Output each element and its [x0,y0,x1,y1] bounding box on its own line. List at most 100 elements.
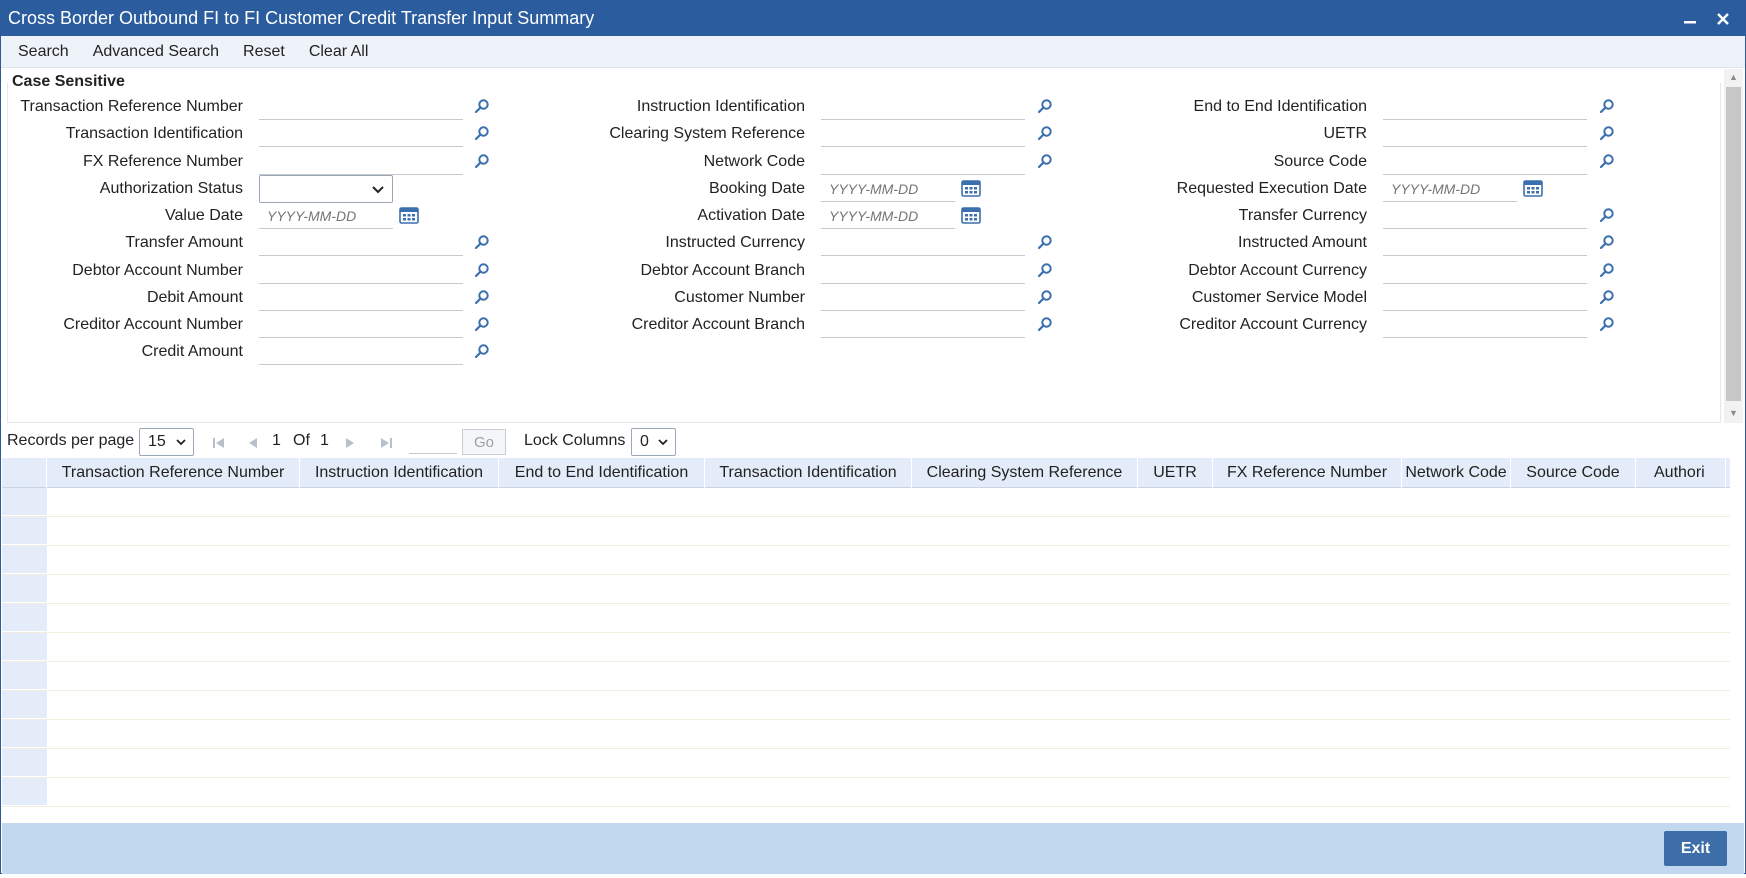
table-row[interactable] [2,720,1730,749]
search-icon[interactable] [1037,262,1053,278]
calendar-icon[interactable] [1523,179,1543,197]
table-row[interactable] [2,575,1730,604]
activation-date-date-input[interactable] [821,203,955,229]
search-icon[interactable] [1599,234,1615,250]
fx-reference-number-input[interactable] [259,149,463,175]
next-page-icon[interactable] [343,436,357,450]
search-icon[interactable] [1599,262,1615,278]
search-icon[interactable] [474,262,490,278]
row-header-cell[interactable] [2,691,47,719]
calendar-icon[interactable] [399,206,419,224]
creditor-account-currency-input[interactable] [1383,312,1587,338]
credit-amount-input[interactable] [259,339,463,365]
customer-number-input[interactable] [821,285,1025,311]
column-header[interactable]: Authori [1636,458,1726,488]
column-header[interactable]: Instruction Identification [300,458,499,488]
debit-amount-input[interactable] [259,285,463,311]
creditor-account-number-input[interactable] [259,312,463,338]
uetr-input[interactable] [1383,121,1587,147]
search-icon[interactable] [1037,289,1053,305]
calendar-icon[interactable] [961,179,981,197]
instructed-amount-input[interactable] [1383,230,1587,256]
calendar-icon[interactable] [961,206,981,224]
close-icon[interactable] [1709,1,1737,36]
exit-button[interactable]: Exit [1664,831,1727,866]
row-header-cell[interactable] [2,749,47,777]
requested-execution-date-date-input[interactable] [1383,176,1517,202]
table-row[interactable] [2,749,1730,778]
column-header[interactable]: End to End Identification [499,458,705,488]
search-icon[interactable] [1037,125,1053,141]
advanced-search-menu-item[interactable]: Advanced Search [81,36,231,68]
scroll-down-icon[interactable]: ▼ [1724,405,1743,421]
search-icon[interactable] [1599,98,1615,114]
search-icon[interactable] [474,343,490,359]
search-icon[interactable] [1599,289,1615,305]
column-header[interactable]: Transaction Reference Number [47,458,300,488]
records-per-page-select[interactable]: 15 [139,428,194,456]
page-number-input[interactable] [409,430,457,454]
authorization-status-select[interactable] [259,175,393,203]
row-header-cell[interactable] [2,662,47,690]
booking-date-date-input[interactable] [821,176,955,202]
row-header-cell[interactable] [2,575,47,603]
scrollbar-thumb[interactable] [1726,87,1741,401]
network-code-input[interactable] [821,149,1025,175]
search-icon[interactable] [1037,98,1053,114]
search-icon[interactable] [1599,125,1615,141]
criteria-scrollbar[interactable]: ▲ ▼ [1724,69,1743,423]
transaction-reference-number-input[interactable] [259,94,463,120]
debtor-account-number-input[interactable] [259,258,463,284]
minimize-icon[interactable] [1676,1,1704,36]
search-icon[interactable] [1037,316,1053,332]
column-header[interactable]: UETR [1138,458,1213,488]
search-icon[interactable] [1599,316,1615,332]
source-code-input[interactable] [1383,149,1587,175]
previous-page-icon[interactable] [246,436,260,450]
debtor-account-branch-input[interactable] [821,258,1025,284]
search-icon[interactable] [474,125,490,141]
row-header-cell[interactable] [2,546,47,574]
column-header[interactable]: Network Code [1402,458,1511,488]
search-icon[interactable] [1599,153,1615,169]
clearing-system-reference-input[interactable] [821,121,1025,147]
search-menu-item[interactable]: Search [1,36,81,68]
creditor-account-branch-input[interactable] [821,312,1025,338]
scroll-up-icon[interactable]: ▲ [1724,69,1743,85]
table-row[interactable] [2,488,1730,517]
table-row[interactable] [2,778,1730,807]
customer-service-model-input[interactable] [1383,285,1587,311]
search-icon[interactable] [1599,207,1615,223]
table-row[interactable] [2,546,1730,575]
row-header-cell[interactable] [2,720,47,748]
row-header-cell[interactable] [2,488,47,516]
transfer-amount-input[interactable] [259,230,463,256]
search-icon[interactable] [474,234,490,250]
table-row[interactable] [2,662,1730,691]
column-header[interactable]: Clearing System Reference [912,458,1138,488]
search-icon[interactable] [1037,234,1053,250]
column-header[interactable]: Transaction Identification [705,458,912,488]
first-page-icon[interactable] [211,436,227,450]
table-row[interactable] [2,691,1730,720]
table-row[interactable] [2,633,1730,662]
row-header-cell[interactable] [2,604,47,632]
end-to-end-identification-input[interactable] [1383,94,1587,120]
clear-all-menu-item[interactable]: Clear All [297,36,381,68]
instructed-currency-input[interactable] [821,230,1025,256]
search-icon[interactable] [474,316,490,332]
lock-columns-select[interactable]: 0 [631,428,676,456]
search-icon[interactable] [474,153,490,169]
search-icon[interactable] [474,98,490,114]
row-header-cell[interactable] [2,517,47,545]
search-icon[interactable] [1037,153,1053,169]
go-button[interactable]: Go [462,429,506,455]
reset-menu-item[interactable]: Reset [231,36,297,68]
row-header-cell[interactable] [2,778,47,806]
column-header[interactable]: FX Reference Number [1213,458,1402,488]
table-row[interactable] [2,517,1730,546]
table-row[interactable] [2,604,1730,633]
row-header-cell[interactable] [2,633,47,661]
last-page-icon[interactable] [378,436,394,450]
transaction-identification-input[interactable] [259,121,463,147]
